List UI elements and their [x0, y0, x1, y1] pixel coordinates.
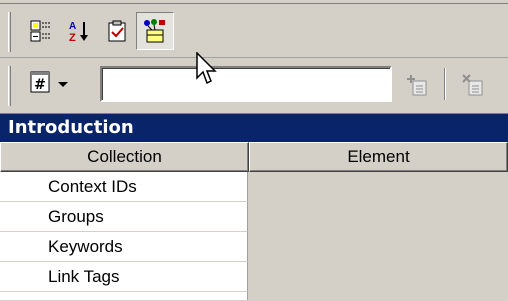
- list-filler: [0, 292, 248, 300]
- view-toolbar: A Z: [0, 4, 508, 58]
- svg-text:A: A: [69, 21, 76, 32]
- list-item[interactable]: Link Tags: [0, 262, 248, 292]
- list-item[interactable]: Groups: [0, 202, 248, 232]
- column-header-collection[interactable]: Collection: [0, 142, 249, 172]
- chevron-down-icon[interactable]: [58, 81, 68, 87]
- collection-list: Context IDs Groups Keywords Link Tags: [0, 172, 248, 300]
- hash-box-icon: #: [28, 70, 52, 99]
- toolbar-grip[interactable]: [8, 12, 11, 52]
- column-header-element[interactable]: Element: [249, 142, 508, 172]
- toolbar-grip[interactable]: [8, 66, 11, 106]
- list-item[interactable]: Keywords: [0, 232, 248, 262]
- item-type-dropdown[interactable]: #: [28, 66, 90, 102]
- categorized-view-icon: [29, 19, 53, 43]
- add-item-button[interactable]: [400, 68, 434, 102]
- panel-title: Introduction: [0, 114, 508, 142]
- sort-az-icon: A Z: [67, 19, 91, 43]
- checklist-button[interactable]: [100, 14, 134, 48]
- edit-toolbar: #: [0, 58, 508, 114]
- properties-grid: Collection Element Context IDs Groups Ke…: [0, 142, 508, 301]
- add-item-icon: [405, 73, 429, 97]
- sort-az-button[interactable]: A Z: [62, 14, 96, 48]
- svg-text:Z: Z: [69, 32, 76, 43]
- list-item[interactable]: Context IDs: [0, 172, 248, 202]
- svg-text:#: #: [34, 77, 46, 93]
- toolbar-separator: [444, 68, 446, 100]
- collection-properties-icon: [142, 18, 168, 44]
- delete-item-button[interactable]: [456, 68, 490, 102]
- categorized-view-button[interactable]: [24, 14, 58, 48]
- element-list[interactable]: [249, 172, 508, 301]
- collection-properties-button[interactable]: [136, 12, 174, 50]
- checklist-icon: [105, 19, 129, 43]
- delete-item-icon: [461, 73, 485, 97]
- value-input[interactable]: [100, 66, 392, 102]
